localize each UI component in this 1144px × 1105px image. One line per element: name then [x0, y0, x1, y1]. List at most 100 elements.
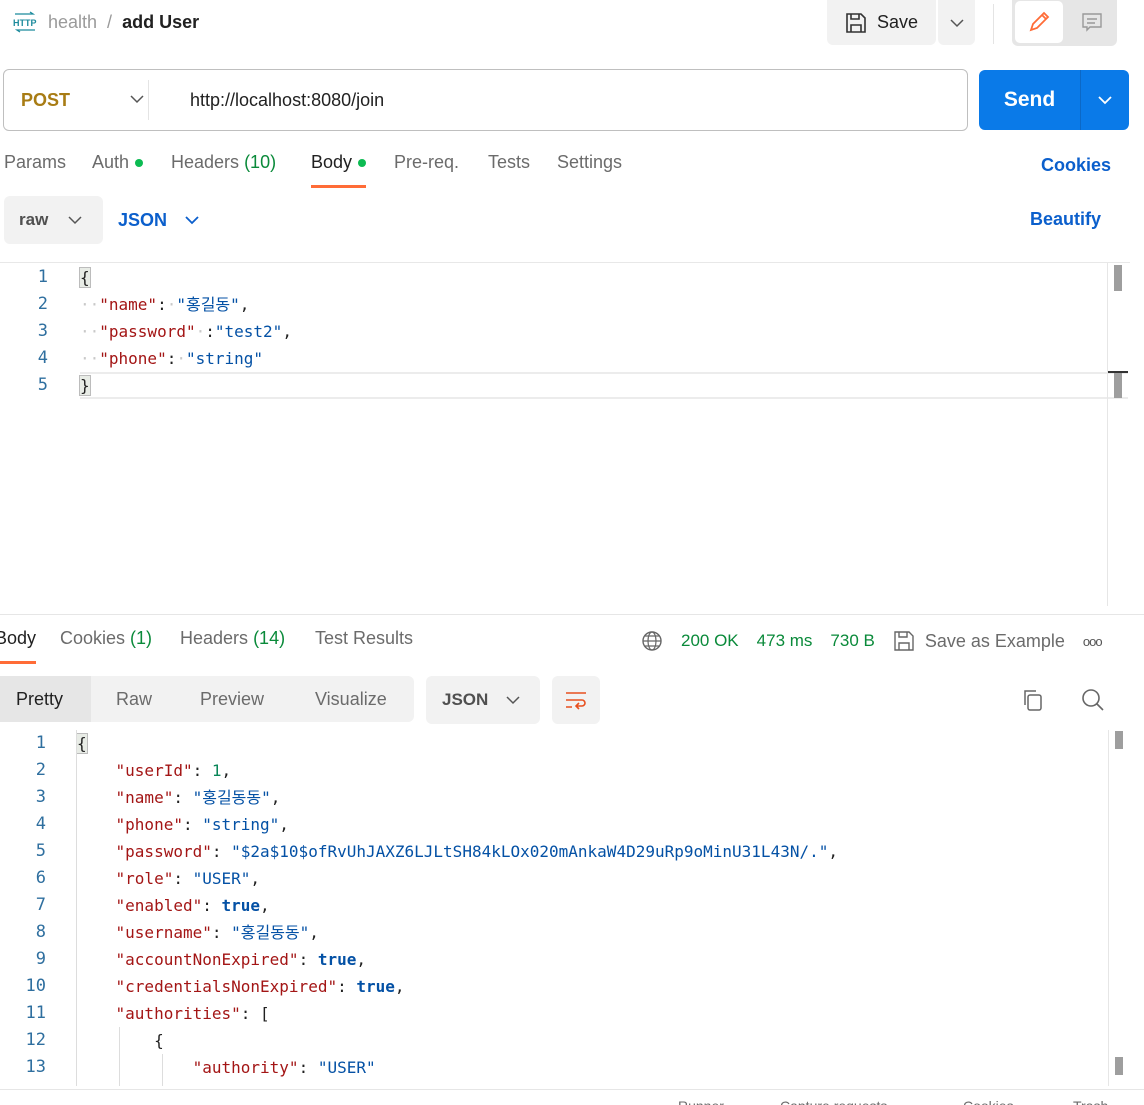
search-icon[interactable] [1080, 687, 1106, 713]
footer-runner[interactable]: Runner [678, 1098, 724, 1105]
json-string: "$2a$10$ofRvUhJAXZ6LJLtSH84kLOx020mAnkaW… [231, 842, 829, 861]
response-body-viewer[interactable]: 1 {2 "userId": 1, 3 "name": "홍길동동", 4 "phon… [0, 730, 1108, 1086]
pane-divider[interactable] [0, 614, 1144, 615]
json-key: "authorities" [115, 1004, 241, 1023]
code-line: "name": "홍길동동", [77, 784, 281, 811]
body-language-select[interactable]: JSON [118, 196, 199, 244]
json-punctuation: : [337, 977, 357, 996]
save-dropdown-button[interactable] [938, 0, 975, 45]
save-icon [846, 12, 866, 33]
code-line: } [79, 372, 91, 399]
indent-guide [162, 1054, 163, 1086]
tab-tests[interactable]: Tests [488, 152, 530, 173]
status-code[interactable]: 200 OK [681, 631, 739, 651]
wrap-lines-button[interactable] [552, 676, 600, 724]
scrollbar-thumb[interactable] [1115, 731, 1123, 749]
json-punctuation: , [356, 950, 366, 969]
request-body-editor[interactable]: 1{2 ··"name":·"홍길동", 3 ··"password"·:"test2… [0, 264, 1108, 604]
body-mode-value: raw [19, 210, 49, 229]
view-pretty[interactable]: Pretty [0, 676, 91, 722]
code-line: { [79, 264, 91, 291]
comments-button[interactable] [1070, 1, 1114, 43]
save-as-example-button[interactable]: Save as Example [893, 630, 1065, 652]
json-punctuation: : [ [240, 1004, 270, 1023]
method-select[interactable]: POST [21, 70, 70, 130]
json-punctuation [77, 977, 116, 996]
response-tab-testresults[interactable]: Test Results [315, 628, 413, 649]
response-format-value: JSON [442, 690, 489, 709]
response-format-select[interactable]: JSON [426, 676, 540, 724]
tab-count: (1) [130, 628, 153, 648]
response-tab-cookies[interactable]: Cookies (1) [60, 628, 152, 649]
code-line: ··"password"·:"test2", [80, 318, 292, 345]
tab-headers[interactable]: Headers (10) [171, 152, 276, 173]
response-size[interactable]: 730 B [830, 631, 874, 651]
line-number: 12 [25, 1030, 46, 1050]
json-string: "USER" [317, 1058, 376, 1077]
tab-label: Headers [171, 152, 240, 172]
footer-cookies[interactable]: Cookies [963, 1098, 1014, 1105]
line-number: 3 [35, 787, 46, 807]
send-dropdown-button[interactable] [1081, 70, 1129, 130]
response-tab-headers[interactable]: Headers (14) [180, 628, 285, 649]
code-line: "userId": 1, [77, 757, 232, 784]
scrollbar-thumb[interactable] [1114, 265, 1122, 291]
json-string: "USER" [192, 869, 251, 888]
edit-mode-button[interactable] [1015, 1, 1063, 43]
footer-capture-requests[interactable]: Capture requests [780, 1098, 887, 1105]
view-preview[interactable]: Preview [200, 676, 264, 722]
tab-label: Pre-req. [394, 152, 460, 172]
tab-label: Settings [557, 152, 623, 172]
json-string: "test2" [214, 322, 283, 341]
code-line: "authorities": [ [77, 1000, 270, 1027]
footer-trash[interactable]: Trash [1073, 1098, 1108, 1105]
url-input[interactable]: http://localhost:8080/join [190, 70, 384, 130]
beautify-link[interactable]: Beautify [1030, 209, 1101, 230]
pencil-icon [1029, 11, 1050, 32]
tab-auth[interactable]: Auth [92, 152, 144, 173]
tab-body[interactable]: Body [311, 152, 367, 188]
scrollbar-marker [1115, 1057, 1123, 1075]
line-number: 5 [35, 841, 46, 861]
code-line: "credentialsNonExpired": true, [77, 973, 405, 1000]
json-key: "authority" [192, 1058, 299, 1077]
globe-icon[interactable] [641, 630, 663, 652]
json-key: "password" [99, 322, 196, 341]
chevron-down-icon [506, 696, 520, 705]
json-number: 1 [211, 761, 222, 780]
breadcrumb: HTTP health / add User [12, 8, 199, 36]
tab-params[interactable]: Params [4, 152, 66, 173]
tab-count: (14) [253, 628, 286, 648]
view-raw[interactable]: Raw [116, 676, 152, 722]
line-number: 1 [35, 733, 46, 753]
send-button-group: Send [979, 70, 1129, 130]
status-dot [135, 159, 144, 168]
line-number: 10 [25, 976, 46, 996]
view-visualize[interactable]: Visualize [315, 676, 387, 722]
status-bar: Runner Capture requests Cookies Trash [0, 1089, 1144, 1105]
json-punctuation: , [250, 869, 261, 888]
editor-scrollbar[interactable] [1107, 263, 1108, 606]
response-tab-body[interactable]: Body [0, 628, 36, 664]
response-scrollbar[interactable] [1108, 730, 1109, 1086]
json-punctuation [77, 815, 116, 834]
json-punctuation [77, 869, 116, 888]
copy-icon[interactable] [1021, 688, 1045, 712]
response-time[interactable]: 473 ms [757, 631, 813, 651]
more-options-icon[interactable]: ooo [1083, 634, 1103, 649]
breadcrumb-separator: / [107, 11, 113, 32]
chevron-down-icon[interactable] [129, 88, 145, 110]
request-tabs: Params Auth Headers (10) Body Pre-req. Tests S… [0, 152, 1144, 188]
request-name[interactable]: add User [122, 12, 199, 33]
body-mode-select[interactable]: raw [4, 196, 103, 244]
active-tab-underline [0, 661, 36, 664]
tab-prereq[interactable]: Pre-req. [394, 152, 459, 173]
send-button[interactable]: Send [979, 70, 1080, 130]
overview-ruler-cursor [1108, 371, 1128, 373]
collection-name[interactable]: health [48, 12, 97, 33]
body-language-value: JSON [118, 209, 168, 230]
cookies-link[interactable]: Cookies [1041, 155, 1111, 176]
save-button[interactable]: Save [827, 0, 936, 45]
tab-settings[interactable]: Settings [557, 152, 622, 173]
whitespace-marker: · [166, 295, 177, 314]
